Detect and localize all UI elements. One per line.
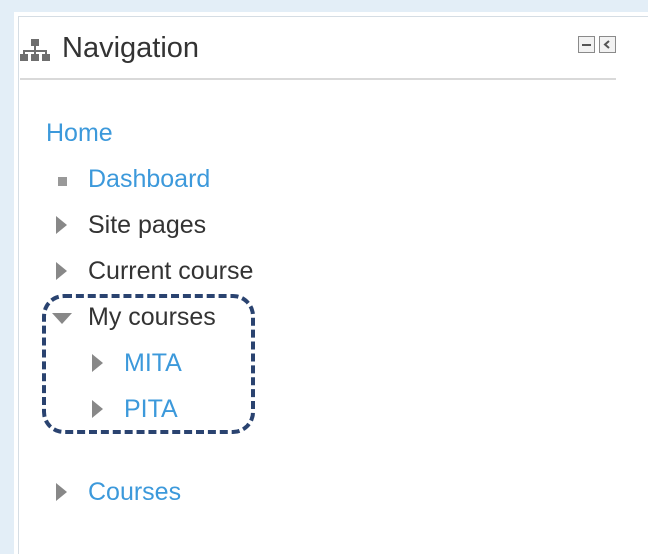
nav-home-link[interactable]: Home <box>46 116 113 150</box>
my-courses-highlight <box>42 294 255 434</box>
expand-arrow-icon[interactable] <box>56 262 67 280</box>
nav-site-pages[interactable]: Site pages <box>88 208 206 242</box>
bullet-icon <box>58 177 67 186</box>
page: Navigation Home Dashboard Site pages Cur… <box>0 0 648 554</box>
block-header: Navigation <box>20 28 616 80</box>
nav-courses-link[interactable]: Courses <box>88 475 181 509</box>
nav-dashboard-link[interactable]: Dashboard <box>88 162 210 196</box>
dock-icon[interactable] <box>599 36 616 53</box>
minimize-icon[interactable] <box>578 36 595 53</box>
sitemap-icon <box>20 38 50 62</box>
block-controls <box>578 36 616 56</box>
expand-arrow-icon[interactable] <box>56 216 67 234</box>
nav-current-course[interactable]: Current course <box>88 254 253 288</box>
expand-arrow-icon[interactable] <box>56 483 67 501</box>
block-title: Navigation <box>62 32 200 64</box>
